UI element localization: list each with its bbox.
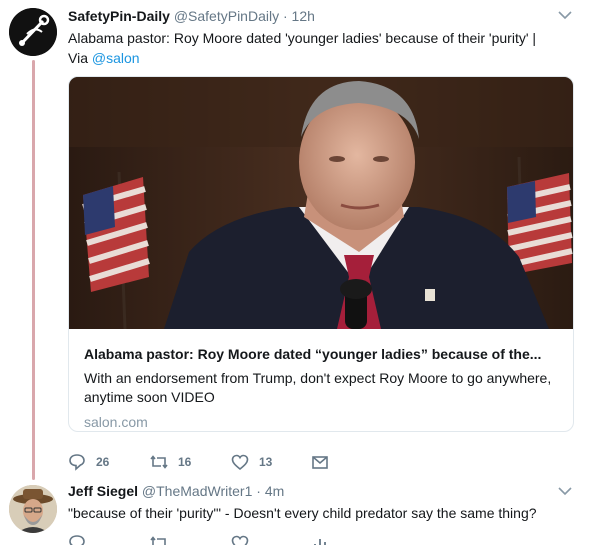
retweet-icon xyxy=(150,536,166,545)
display-name[interactable]: Jeff Siegel xyxy=(68,483,138,499)
user-handle[interactable]: @SafetyPinDaily xyxy=(174,8,279,24)
reply-icon xyxy=(69,454,85,471)
chevron-down-icon[interactable] xyxy=(558,486,572,496)
retweet-button[interactable] xyxy=(150,533,178,545)
tweet-header: SafetyPin-Daily @SafetyPinDaily · 12h xyxy=(68,8,315,24)
tweet-jeff-siegel[interactable]: Jeff Siegel @TheMadWriter1 · 4m "because… xyxy=(0,480,592,545)
tweet-actions xyxy=(68,533,488,545)
user-handle[interactable]: @TheMadWriter1 xyxy=(142,483,252,499)
mention-link[interactable]: @salon xyxy=(92,50,140,66)
analytics-button[interactable] xyxy=(311,533,339,545)
separator-dot: · xyxy=(282,8,288,24)
like-button[interactable]: 13 xyxy=(231,452,272,472)
timestamp[interactable]: 12h xyxy=(292,8,315,24)
card-image[interactable] xyxy=(69,77,573,329)
heart-icon xyxy=(231,454,249,471)
separator-dot: · xyxy=(256,483,261,499)
tweet-actions: 26 16 13 xyxy=(68,452,488,472)
tweet-header: Jeff Siegel @TheMadWriter1 · 4m xyxy=(68,483,284,499)
tweet-text-via: Via xyxy=(68,50,92,66)
link-card[interactable]: Alabama pastor: Roy Moore dated “younger… xyxy=(68,76,574,432)
avatar-photo-icon xyxy=(9,485,57,533)
card-description: With an endorsement from Trump, don't ex… xyxy=(84,370,552,405)
avatar[interactable] xyxy=(9,8,57,56)
tweet-safetypin[interactable]: SafetyPin-Daily @SafetyPinDaily · 12h Al… xyxy=(0,0,592,480)
retweet-count: 16 xyxy=(178,455,192,469)
tweet-text: "because of their 'purity'" - Doesn't ev… xyxy=(68,503,573,523)
card-body: Alabama pastor: Roy Moore dated “younger… xyxy=(84,345,564,431)
tweet-text-main: Alabama pastor: Roy Moore dated 'younger… xyxy=(68,30,537,46)
tweet-text-main: "because of their 'purity'" - Doesn't ev… xyxy=(68,505,537,521)
like-count: 13 xyxy=(259,455,273,469)
reply-icon xyxy=(69,535,85,545)
pin-logo-icon xyxy=(9,8,57,56)
retweet-icon xyxy=(150,455,168,469)
reply-button[interactable]: 26 xyxy=(68,452,109,472)
like-button[interactable] xyxy=(231,533,259,545)
direct-message-button[interactable] xyxy=(311,452,339,472)
card-domain: salon.com xyxy=(84,414,148,430)
reply-count: 26 xyxy=(96,455,110,469)
avatar[interactable] xyxy=(9,485,57,533)
display-name[interactable]: SafetyPin-Daily xyxy=(68,8,170,24)
heart-icon xyxy=(231,535,249,545)
tweet-text: Alabama pastor: Roy Moore dated 'younger… xyxy=(68,28,573,68)
retweet-button[interactable]: 16 xyxy=(150,452,191,472)
analytics-icon xyxy=(314,539,326,545)
reply-button[interactable] xyxy=(68,533,96,545)
timestamp[interactable]: 4m xyxy=(265,483,284,499)
envelope-icon xyxy=(312,456,328,469)
chevron-down-icon[interactable] xyxy=(558,10,572,20)
card-title[interactable]: Alabama pastor: Roy Moore dated “younger… xyxy=(84,345,564,364)
